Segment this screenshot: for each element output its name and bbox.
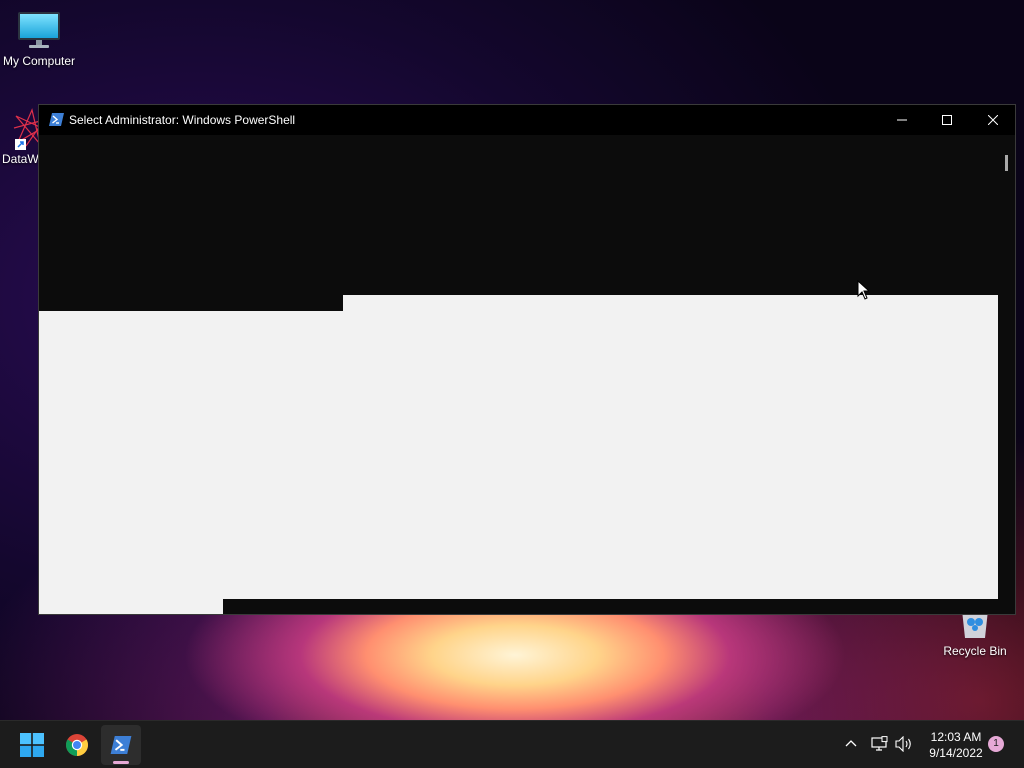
clock-time: 12:03 AM [930, 730, 982, 744]
selection-highlight [39, 311, 998, 599]
active-app-indicator [113, 761, 129, 764]
volume-icon[interactable] [895, 736, 913, 752]
network-icon[interactable] [871, 736, 888, 752]
start-button[interactable] [12, 725, 52, 765]
windows-start-icon [20, 733, 44, 757]
notification-badge[interactable]: 1 [988, 736, 1004, 752]
system-clock[interactable]: 12:03 AM 9/14/2022 [918, 729, 994, 761]
console-area[interactable] [39, 135, 998, 614]
minimize-icon [897, 119, 907, 121]
maximize-button[interactable] [924, 105, 970, 135]
desktop-icon-recycle-bin[interactable]: Recycle Bin [940, 610, 1010, 658]
powershell-icon [110, 736, 132, 754]
mouse-cursor-icon [857, 280, 869, 300]
desktop-icon-label: My Computer [2, 54, 76, 68]
desktop: My Computer DataW Recycle Bin Select Adm… [0, 0, 1024, 720]
selection-highlight [39, 599, 223, 614]
taskbar-app-chrome[interactable] [57, 725, 97, 765]
powershell-window[interactable]: Select Administrator: Windows PowerShell [38, 104, 1016, 615]
close-icon [988, 115, 998, 125]
scrollbar-thumb[interactable] [1005, 155, 1008, 171]
desktop-icon-label: DataW [2, 152, 39, 166]
desktop-icon-datawrapper[interactable]: DataW [2, 108, 46, 166]
chevron-up-icon[interactable] [845, 739, 857, 747]
clock-date: 9/14/2022 [929, 746, 983, 760]
chrome-icon [66, 734, 88, 756]
close-button[interactable] [970, 105, 1016, 135]
window-title: Select Administrator: Windows PowerShell [69, 113, 296, 127]
desktop-icon-my-computer[interactable]: My Computer [2, 10, 76, 68]
selection-highlight [343, 295, 998, 311]
vertical-scrollbar[interactable] [998, 135, 1015, 614]
powershell-icon [49, 113, 64, 126]
taskbar-app-powershell[interactable] [101, 725, 141, 765]
monitor-icon [18, 12, 60, 48]
maximize-icon [942, 115, 952, 125]
desktop-icon-label: Recycle Bin [943, 644, 1007, 658]
minimize-button[interactable] [879, 105, 925, 135]
window-titlebar[interactable]: Select Administrator: Windows PowerShell [39, 105, 1015, 135]
taskbar: 12:03 AM 9/14/2022 [0, 720, 1024, 768]
